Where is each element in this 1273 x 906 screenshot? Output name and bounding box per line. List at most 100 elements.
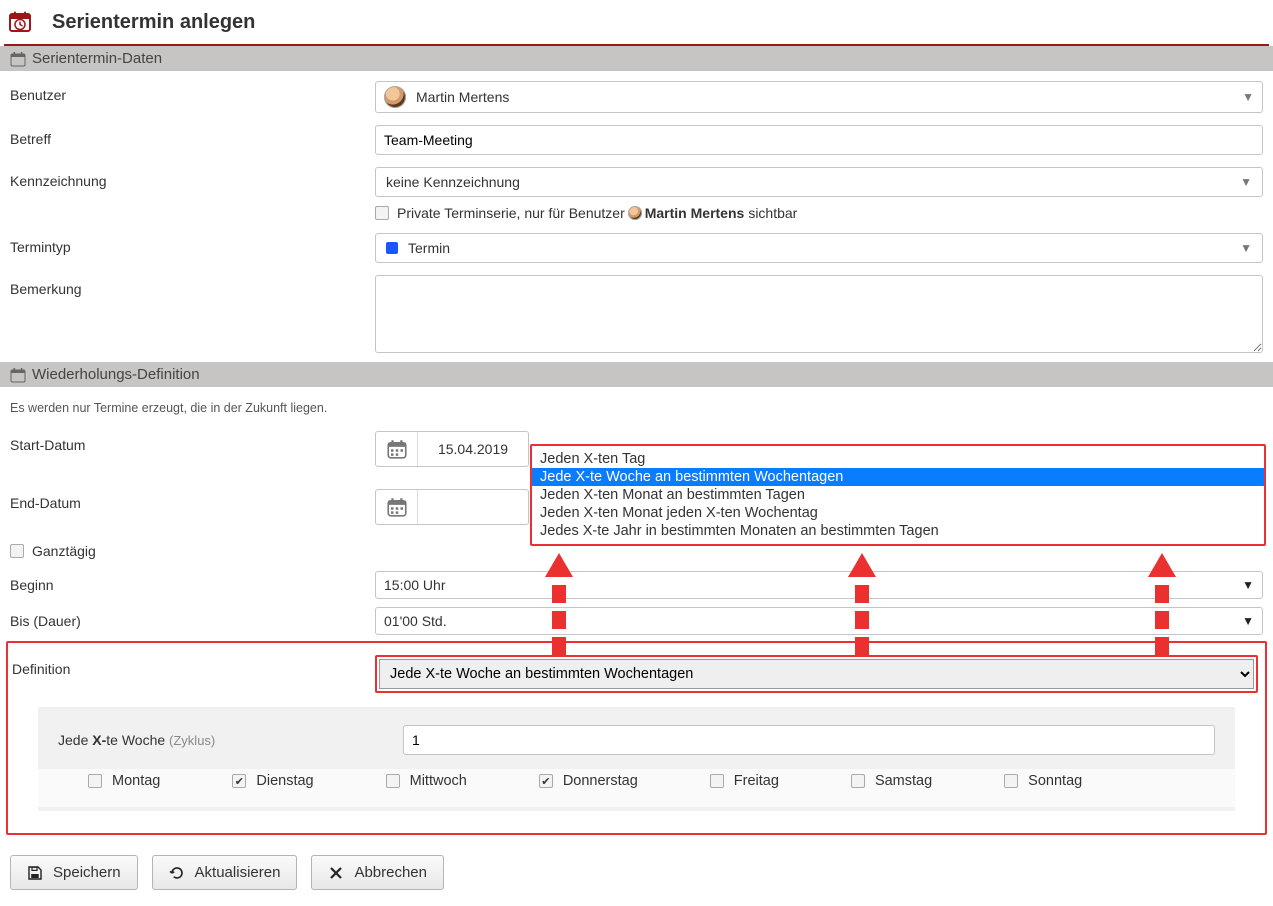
cycle-panel: Jede X-te Woche (Zyklus) MontagDienstagM…: [38, 707, 1235, 811]
allday-label: Ganztägig: [32, 543, 96, 559]
annotation-arrow-icon: [848, 553, 876, 655]
footer-buttons: Speichern Aktualisieren Abbrechen: [0, 843, 1273, 906]
chevron-down-icon: ▼: [1240, 241, 1252, 255]
checkbox[interactable]: [232, 774, 246, 788]
label-beginn: Beginn: [10, 571, 375, 593]
chevron-down-icon: ▼: [1242, 614, 1254, 628]
allday-checkbox-row[interactable]: Ganztägig: [10, 543, 375, 559]
weekday-checkbox-sonntag[interactable]: Sonntag: [1004, 773, 1082, 789]
duration-select[interactable]: 01'00 Std. ▼: [375, 607, 1263, 635]
weekday-checkbox-freitag[interactable]: Freitag: [710, 773, 779, 789]
begin-value: 15:00 Uhr: [384, 577, 445, 593]
definition-option[interactable]: Jeden X-ten Tag: [532, 450, 1264, 468]
weekday-checkbox-donnerstag[interactable]: Donnerstag: [539, 773, 638, 789]
refresh-icon: [169, 865, 185, 881]
close-icon: [328, 865, 344, 881]
calendar-icon: [10, 367, 26, 383]
definition-option[interactable]: Jeden X-ten Monat jeden X-ten Wochentag: [532, 504, 1264, 522]
annotation-arrow-icon: [1148, 553, 1176, 655]
tagging-value: keine Kennzeichnung: [386, 174, 520, 190]
label-start-datum: Start-Datum: [10, 431, 375, 453]
chevron-down-icon: ▼: [1242, 578, 1254, 592]
weekday-checkbox-dienstag[interactable]: Dienstag: [232, 773, 313, 789]
start-date-input[interactable]: 15.04.2019: [375, 431, 529, 467]
definition-option[interactable]: Jede X-te Woche an bestimmten Wochentage…: [532, 468, 1264, 486]
begin-select[interactable]: 15:00 Uhr ▼: [375, 571, 1263, 599]
weekday-label: Dienstag: [256, 773, 313, 789]
private-user-name: Martin Mertens: [645, 205, 745, 221]
calendar-clock-icon: [8, 10, 32, 34]
checkbox[interactable]: [851, 774, 865, 788]
cancel-label: Abbrechen: [354, 864, 427, 881]
page-title: Serientermin anlegen: [52, 11, 255, 34]
label-kennzeichnung: Kennzeichnung: [10, 167, 375, 189]
weekday-label: Freitag: [734, 773, 779, 789]
section-title: Serientermin-Daten: [32, 50, 162, 67]
definition-highlight-box: Definition Jede X-te Woche an bestimmten…: [6, 641, 1267, 835]
label-end-datum: End-Datum: [10, 489, 375, 511]
definition-option[interactable]: Jedes X-te Jahr in bestimmten Monaten an…: [532, 522, 1264, 540]
future-hint: Es werden nur Termine erzeugt, die in de…: [0, 387, 1273, 421]
definition-dropdown-popup[interactable]: Jeden X-ten TagJede X-te Woche an bestim…: [530, 444, 1266, 546]
subject-input[interactable]: [375, 125, 1263, 155]
save-label: Speichern: [53, 864, 121, 881]
color-swatch-icon: [386, 242, 398, 254]
checkbox[interactable]: [88, 774, 102, 788]
duration-value: 01'00 Std.: [384, 613, 447, 629]
section-title: Wiederholungs-Definition: [32, 366, 200, 383]
definition-option[interactable]: Jeden X-ten Monat an bestimmten Tagen: [532, 486, 1264, 504]
checkbox[interactable]: [539, 774, 553, 788]
weekday-checkbox-samstag[interactable]: Samstag: [851, 773, 932, 789]
private-checkbox-row[interactable]: Private Terminserie, nur für Benutzer Ma…: [375, 205, 1263, 221]
weekday-label: Montag: [112, 773, 160, 789]
weekday-row: Montag Dienstag Mittwoch Donnerstag Freitag S…: [38, 769, 1235, 807]
weekday-label: Donnerstag: [563, 773, 638, 789]
chevron-down-icon: ▼: [1242, 90, 1254, 104]
avatar-mini-icon: [628, 206, 642, 220]
remark-textarea[interactable]: [375, 275, 1263, 353]
checkbox[interactable]: [1004, 774, 1018, 788]
calendar-button[interactable]: [376, 432, 418, 466]
save-button[interactable]: Speichern: [10, 855, 138, 890]
save-icon: [27, 865, 43, 881]
definition-select[interactable]: Jede X-te Woche an bestimmten Wochentage…: [379, 659, 1254, 689]
section-serientermin-daten: Serientermin-Daten: [0, 46, 1273, 71]
weekday-label: Sonntag: [1028, 773, 1082, 789]
type-value: Termin: [408, 240, 450, 256]
user-select[interactable]: Martin Mertens ▼: [375, 81, 1263, 113]
label-dauer: Bis (Dauer): [10, 607, 375, 629]
checkbox[interactable]: [386, 774, 400, 788]
label-definition: Definition: [12, 655, 372, 677]
form-serientermin-daten: Benutzer Martin Mertens ▼ Betreff Kennze…: [0, 71, 1273, 362]
weekday-label: Samstag: [875, 773, 932, 789]
label-bemerkung: Bemerkung: [10, 275, 375, 297]
end-date-input[interactable]: [375, 489, 529, 525]
tagging-select[interactable]: keine Kennzeichnung ▼: [375, 167, 1263, 197]
user-select-value: Martin Mertens: [416, 89, 509, 105]
section-wiederholung: Wiederholungs-Definition: [0, 362, 1273, 387]
private-text-suffix: sichtbar: [748, 205, 797, 221]
calendar-icon: [10, 51, 26, 67]
private-checkbox[interactable]: [375, 206, 389, 220]
label-betreff: Betreff: [10, 125, 375, 147]
weekday-label: Mittwoch: [410, 773, 467, 789]
label-benutzer: Benutzer: [10, 81, 375, 103]
cycle-input[interactable]: [403, 725, 1215, 755]
private-text-prefix: Private Terminserie, nur für Benutzer: [397, 205, 625, 221]
label-termintyp: Termintyp: [10, 233, 375, 255]
start-date-value: 15.04.2019: [418, 441, 528, 457]
checkbox[interactable]: [710, 774, 724, 788]
cycle-label: Jede X-te Woche (Zyklus): [58, 732, 403, 748]
allday-checkbox[interactable]: [10, 544, 24, 558]
calendar-button[interactable]: [376, 490, 418, 524]
chevron-down-icon: ▼: [1240, 175, 1252, 189]
refresh-label: Aktualisieren: [195, 864, 281, 881]
cancel-button[interactable]: Abbrechen: [311, 855, 444, 890]
weekday-checkbox-mittwoch[interactable]: Mittwoch: [386, 773, 467, 789]
weekday-checkbox-montag[interactable]: Montag: [88, 773, 160, 789]
annotation-arrow-icon: [545, 553, 573, 655]
type-select[interactable]: Termin ▼: [375, 233, 1263, 263]
page-header: Serientermin anlegen: [0, 0, 1273, 44]
avatar: [384, 86, 406, 108]
refresh-button[interactable]: Aktualisieren: [152, 855, 298, 890]
